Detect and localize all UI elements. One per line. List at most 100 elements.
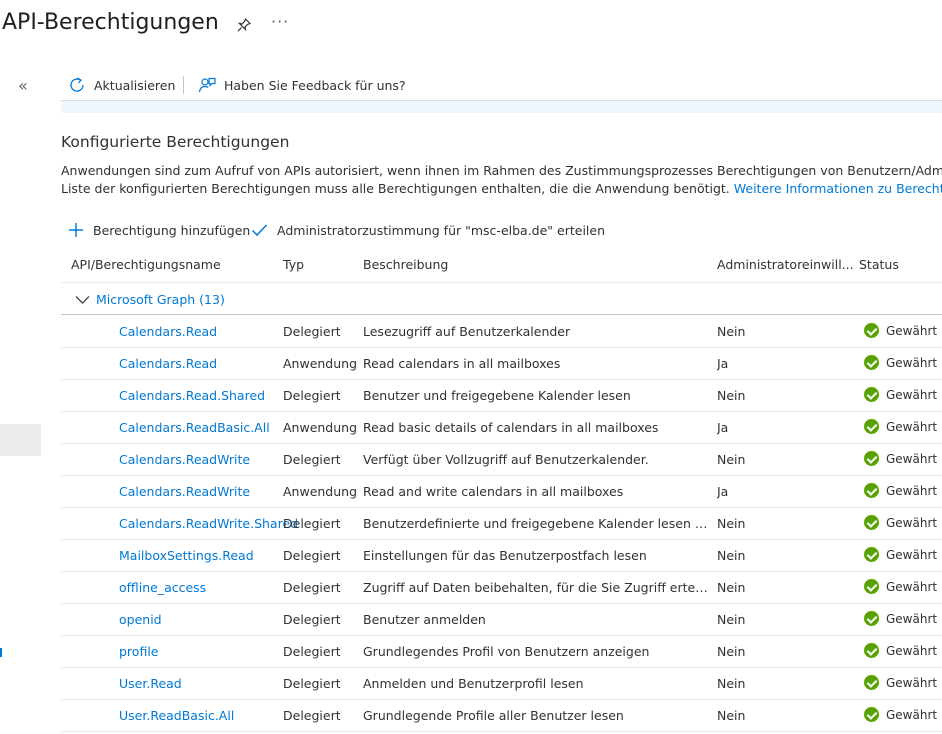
add-permission-button[interactable]: Berechtigung hinzufügen [68,220,250,240]
status-text: Gewährt [886,611,938,626]
permission-name-link[interactable]: Calendars.Read.Shared [119,388,265,403]
table-row: MailboxSettings.Read Delegiert Einstellung… [61,539,942,572]
status-badge: Gewährt [864,547,937,562]
permission-description: Read basic details of calendars in all m… [363,420,659,435]
admin-consent-required: Nein [717,388,746,403]
check-circle-icon [864,547,879,562]
status-badge: Gewährt [864,611,937,626]
admin-consent-required: Nein [717,676,746,691]
description-line-2: Liste der konfigurierten Berechtigungen … [61,180,942,198]
group-row-microsoft-graph: Microsoft Graph (13) [61,284,942,315]
feedback-label: Haben Sie Feedback für uns? [224,77,406,93]
permission-type: Anwendung [283,420,358,435]
status-text: Gewährt [886,579,938,594]
status-badge: Gewährt [864,323,937,338]
feedback-button[interactable]: Haben Sie Feedback für uns? [198,74,406,96]
status-text: Gewährt [886,643,938,658]
check-circle-icon [864,675,879,690]
status-text: Gewährt [886,323,938,338]
grant-admin-consent-button[interactable]: Administratorzustimmung für "msc-elba.de… [251,220,605,240]
section-description: Anwendungen sind zum Aufruf von APIs aut… [61,162,942,198]
table-row: Calendars.Read Delegiert Lesezugriff auf B… [61,315,942,348]
permission-name-link[interactable]: User.ReadBasic.All [119,708,234,723]
admin-consent-required: Nein [717,324,746,339]
table-row: Calendars.Read.Shared Delegiert Benutzer u… [61,379,942,412]
refresh-icon [70,77,84,92]
permission-type: Delegiert [283,548,341,563]
column-header-description[interactable]: Beschreibung [363,257,448,275]
status-text: Gewährt [886,355,938,370]
permission-description: Grundlegende Profile aller Benutzer lese… [363,708,624,723]
status-text: Gewährt [886,419,938,434]
permission-name-link[interactable]: MailboxSettings.Read [119,548,254,563]
permission-type: Delegiert [283,516,341,531]
status-badge: Gewährt [864,419,937,434]
refresh-button[interactable]: Aktualisieren [68,74,175,96]
add-permission-label: Berechtigung hinzufügen [93,222,251,238]
admin-consent-required: Nein [717,644,746,659]
status-text: Gewährt [886,387,938,402]
permission-type: Delegiert [283,612,341,627]
permission-name-link[interactable]: profile [119,644,158,659]
permission-name-link[interactable]: openid [119,612,162,627]
permission-description: Einstellungen für das Benutzerpostfach l… [363,548,647,563]
permission-type: Anwendung [283,356,358,371]
status-badge: Gewährt [864,387,937,402]
permission-name-link[interactable]: offline_access [119,580,206,595]
permission-name-link[interactable]: Calendars.Read [119,324,217,339]
permission-name-link[interactable]: Calendars.ReadWrite [119,452,250,467]
learn-more-link[interactable]: Weitere Informationen zu Berechtigungen … [734,181,942,196]
status-text: Gewährt [886,707,938,722]
column-header-type[interactable]: Typ [283,257,304,275]
admin-consent-required: Ja [717,420,729,435]
refresh-label: Aktualisieren [94,77,176,93]
sidebar-selected-item[interactable] [0,424,41,456]
permission-description: Zugriff auf Daten beibehalten, für die S… [363,580,709,595]
check-circle-icon [864,387,879,402]
column-header-name[interactable]: API/Berechtigungsname [71,257,221,275]
check-circle-icon [864,643,879,658]
group-toggle[interactable]: Microsoft Graph (13) [75,292,225,307]
permission-description: Read calendars in all mailboxes [363,356,561,371]
checkmark-icon [251,224,268,237]
permission-name-link[interactable]: Calendars.Read [119,356,217,371]
column-header-admin-consent[interactable]: Administratoreinwill... [717,257,854,275]
permission-name-link[interactable]: User.Read [119,676,182,691]
permission-name-link[interactable]: Calendars.ReadBasic.All [119,420,270,435]
status-badge: Gewährt [864,675,937,690]
column-header-status[interactable]: Status [859,257,899,275]
permission-description: Verfügt über Vollzugriff auf Benutzerkal… [363,452,649,467]
admin-consent-required: Nein [717,580,746,595]
table-row: Calendars.ReadBasic.All Anwendung Read bas… [61,411,942,444]
check-circle-icon [864,323,879,338]
feedback-icon [198,77,216,93]
permission-name-link[interactable]: Calendars.ReadWrite [119,484,250,499]
permission-type: Delegiert [283,388,341,403]
status-badge: Gewährt [864,579,937,594]
double-chevron-left-icon[interactable]: « [18,76,28,95]
check-circle-icon [864,451,879,466]
table-row: offline_access Delegiert Zugriff auf Daten… [61,571,942,604]
table-row: Calendars.Read Anwendung Read calendars in… [61,347,942,380]
table-row: Calendars.ReadWrite.Shared Delegiert Benut… [61,507,942,540]
check-circle-icon [864,355,879,370]
group-label: Microsoft Graph (13) [96,292,225,307]
table-row: User.ReadBasic.All Delegiert Grundlegende … [61,699,942,732]
status-badge: Gewährt [864,643,937,658]
page-title: API-Berechtigungen [2,10,219,35]
status-text: Gewährt [886,515,938,530]
permission-type: Delegiert [283,452,341,467]
permission-name-link[interactable]: Calendars.ReadWrite.Shared [119,516,298,531]
header-divider [61,282,942,283]
more-icon[interactable]: ··· [271,12,289,31]
chevron-down-icon [75,295,90,304]
table-row: profile Delegiert Grundlegendes Profil von… [61,635,942,668]
status-text: Gewährt [886,675,938,690]
sidebar-indicator [0,648,2,657]
permission-description: Benutzerdefinierte und freigegebene Kale… [363,516,709,531]
permission-description: Benutzer und freigegebene Kalender lesen [363,388,631,403]
status-badge: Gewährt [864,451,937,466]
plus-icon [69,223,83,237]
admin-consent-required: Ja [717,484,729,499]
pin-icon[interactable] [236,17,254,35]
